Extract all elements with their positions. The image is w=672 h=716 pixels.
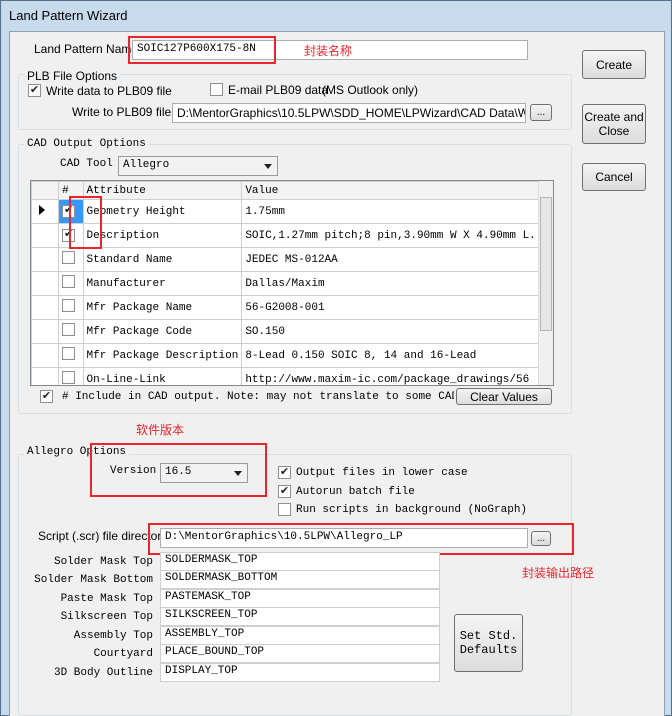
layer-label: 3D Body Outline (53, 667, 153, 679)
attribute-cell[interactable]: Mfr Package Description (82, 343, 243, 368)
dialog-client: Land Pattern Name SOIC127P600X175-8N 封装名… (9, 31, 665, 716)
lower-case-label: Output files in lower case (296, 467, 468, 479)
layer-label: Silkscreen Top (60, 611, 153, 623)
create-and-close-button[interactable]: Create and Close (582, 104, 646, 144)
layer-input[interactable]: SOLDERMASK_BOTTOM (160, 570, 440, 589)
row-selector[interactable] (31, 247, 60, 272)
table-row[interactable]: Standard Name JEDEC MS-012AA (31, 247, 553, 272)
highlight-box-script (148, 523, 574, 555)
value-cell[interactable]: SOIC,1.27mm pitch;8 pin,3.90mm W X 4.90m… (241, 223, 553, 248)
email-plb-label: E-mail PLB09 data (228, 83, 329, 97)
annotation-script: 封装输出路径 (522, 566, 595, 580)
layer-label: Assembly Top (73, 630, 153, 642)
attribute-cell[interactable]: On-Line-Link (82, 367, 243, 385)
current-row-icon (39, 204, 45, 215)
table-row[interactable]: Mfr Package Description 8-Lead 0.150 SOI… (31, 343, 553, 368)
include-checkbox[interactable] (62, 347, 76, 360)
set-std-defaults-button[interactable]: Set Std. Defaults (454, 614, 523, 672)
autorun-label: Autorun batch file (296, 486, 415, 498)
table-row[interactable]: ✔ Description SOIC,1.27mm pitch;8 pin,3.… (31, 223, 553, 248)
name-label: Land Pattern Name (34, 42, 139, 56)
include-checkbox[interactable] (62, 275, 76, 288)
row-selector[interactable] (31, 343, 60, 368)
dialog-window: Land Pattern Wizard Land Pattern Name SO… (0, 0, 672, 716)
highlight-box-version (90, 443, 267, 497)
column-header-value[interactable]: Value (241, 181, 553, 200)
layer-label: Solder Mask Bottom (34, 574, 153, 586)
layer-label: Courtyard (93, 648, 153, 660)
row-selector[interactable] (31, 295, 60, 320)
table-row[interactable]: Manufacturer Dallas/Maxim (31, 271, 553, 296)
layer-input[interactable]: PASTEMASK_TOP (160, 589, 440, 608)
cad-tool-value: Allegro (123, 159, 170, 171)
layer-input[interactable]: ASSEMBLY_TOP (160, 626, 440, 645)
autorun-checkbox[interactable]: ✔ (278, 485, 291, 498)
value-cell[interactable]: http://www.maxim-ic.com/package_drawings… (241, 367, 553, 385)
attribute-cell[interactable]: Mfr Package Name (82, 295, 243, 320)
value-cell[interactable]: 8-Lead 0.150 SOIC 8, 14 and 16-Lead (241, 343, 553, 368)
plb-path-input[interactable]: D:\MentorGraphics\10.5LPW\SDD_HOME\LPWiz… (172, 103, 526, 123)
background-label: Run scripts in background (NoGraph) (296, 504, 528, 516)
annotation-name: 封装名称 (304, 44, 353, 58)
value-cell[interactable]: 1.75mm (241, 199, 553, 224)
plb-browse-button[interactable]: ... (530, 104, 552, 121)
row-selector[interactable] (31, 199, 60, 224)
cad-group-label: CAD Output Options (24, 138, 149, 150)
window-title: Land Pattern Wizard (9, 8, 128, 23)
attribute-cell[interactable]: Standard Name (82, 247, 243, 272)
cad-tool-select[interactable]: Allegro (118, 156, 278, 176)
layer-input[interactable]: SILKSCREEN_TOP (160, 607, 440, 626)
layer-input[interactable]: PLACE_BOUND_TOP (160, 644, 440, 663)
row-selector[interactable] (31, 367, 60, 385)
plb-group-label: PLB File Options (24, 69, 121, 83)
row-selector[interactable] (31, 319, 60, 344)
layer-input[interactable]: DISPLAY_TOP (160, 663, 440, 682)
value-cell[interactable]: SO.150 (241, 319, 553, 344)
write-plb-label: Write data to PLB09 file (46, 84, 172, 98)
plb-path-label: Write to PLB09 file (72, 105, 172, 119)
cad-tool-label: CAD Tool (60, 158, 113, 170)
attribute-cell[interactable]: Manufacturer (82, 271, 243, 296)
layer-label: Paste Mask Top (60, 593, 153, 605)
layer-label: Solder Mask Top (53, 556, 153, 568)
write-plb-checkbox[interactable]: ✔ (28, 84, 41, 97)
attribute-cell[interactable]: Description (82, 223, 243, 248)
include-checkbox[interactable] (62, 299, 76, 312)
include-checkbox[interactable] (62, 251, 76, 264)
row-selector[interactable] (31, 271, 60, 296)
value-cell[interactable]: JEDEC MS-012AA (241, 247, 553, 272)
layer-input[interactable]: SOLDERMASK_TOP (160, 552, 440, 571)
background-checkbox[interactable] (278, 503, 291, 516)
value-cell[interactable]: 56-G2008-001 (241, 295, 553, 320)
grid-header-row: # Attribute Value (31, 181, 553, 200)
table-row[interactable]: Mfr Package Code SO.150 (31, 319, 553, 344)
value-cell[interactable]: Dallas/Maxim (241, 271, 553, 296)
include-note: # Include in CAD output. Note: may not t… (62, 391, 454, 403)
scrollbar-thumb[interactable] (540, 197, 552, 331)
column-header-attribute[interactable]: Attribute (82, 181, 243, 200)
include-legend-checkbox: ✔ (40, 390, 53, 403)
include-checkbox[interactable] (62, 323, 76, 336)
attribute-cell[interactable]: Geometry Height (82, 199, 243, 224)
attributes-grid: # Attribute Value ✔ Geometry Height 1.75… (30, 180, 554, 386)
highlight-box-name (128, 36, 276, 64)
clear-values-button[interactable]: Clear Values (456, 388, 552, 405)
annotation-version: 软件版本 (136, 423, 185, 437)
attribute-cell[interactable]: Mfr Package Code (82, 319, 243, 344)
email-plb-checkbox[interactable] (210, 83, 223, 96)
chevron-down-icon (264, 164, 272, 169)
cancel-button[interactable]: Cancel (582, 163, 646, 191)
row-selector-header (31, 181, 60, 200)
email-plb-note: (MS Outlook only) (322, 83, 419, 97)
create-button[interactable]: Create (582, 50, 646, 79)
grid-vertical-scrollbar[interactable] (538, 181, 553, 385)
table-row[interactable]: On-Line-Link http://www.maxim-ic.com/pac… (31, 367, 553, 385)
highlight-box-checkboxes (69, 196, 102, 249)
row-selector[interactable] (31, 223, 60, 248)
include-checkbox[interactable] (62, 371, 76, 384)
table-row[interactable]: Mfr Package Name 56-G2008-001 (31, 295, 553, 320)
lower-case-checkbox[interactable]: ✔ (278, 466, 291, 479)
table-row[interactable]: ✔ Geometry Height 1.75mm (31, 199, 553, 224)
